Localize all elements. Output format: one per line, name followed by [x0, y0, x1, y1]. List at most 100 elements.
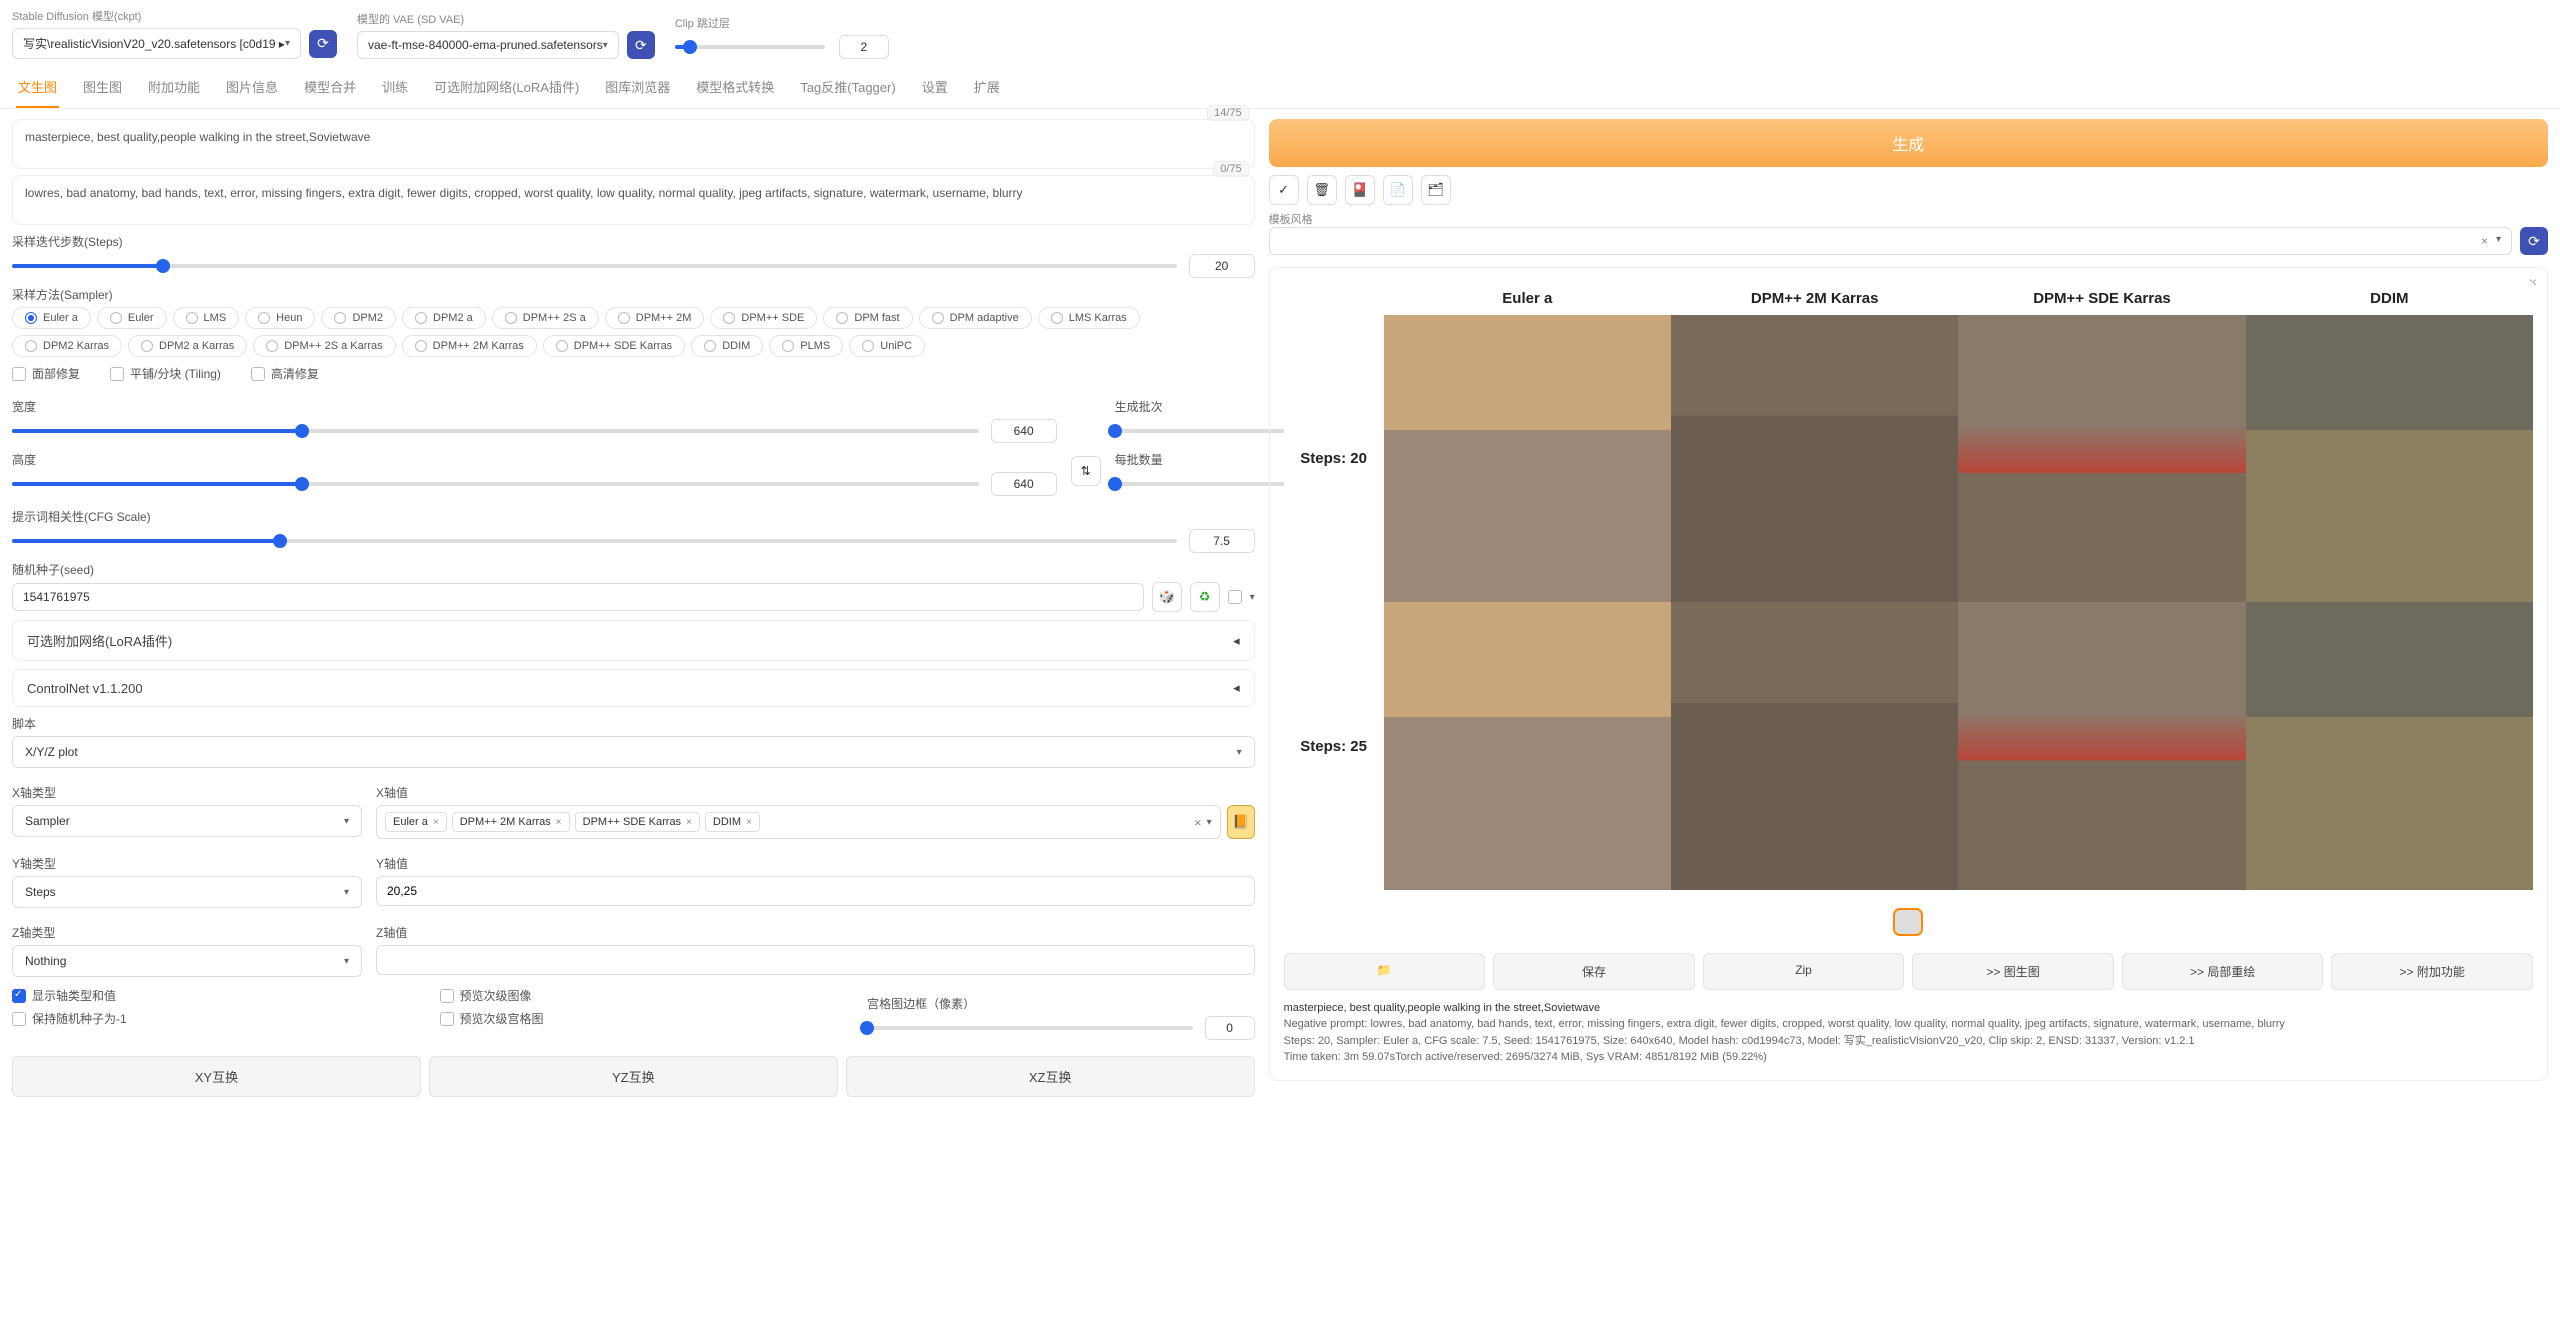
sampler-dpm---2m[interactable]: DPM++ 2M: [605, 307, 705, 329]
sampler-plms[interactable]: PLMS: [769, 335, 843, 357]
note-icon[interactable]: 📄: [1383, 175, 1413, 205]
sampler-ddim[interactable]: DDIM: [691, 335, 763, 357]
z-val-input[interactable]: [376, 945, 1255, 975]
tab-9[interactable]: Tag反推(Tagger): [798, 67, 897, 108]
sampler-dpm---sde[interactable]: DPM++ SDE: [710, 307, 817, 329]
grid-cell[interactable]: [1958, 602, 2245, 889]
zip-button[interactable]: Zip: [1703, 953, 1905, 990]
style-dropdown[interactable]: ×▾: [1269, 227, 2512, 255]
x-tag[interactable]: DDIM ×: [705, 812, 760, 832]
x-tag[interactable]: DPM++ 2M Karras ×: [452, 812, 570, 832]
sampler-dpm---2s-a-karras[interactable]: DPM++ 2S a Karras: [253, 335, 395, 357]
swap-xz-button[interactable]: XZ互换: [846, 1056, 1255, 1097]
folder-icon[interactable]: 🗂: [1421, 175, 1451, 205]
grid-margin-slider[interactable]: [867, 1026, 1193, 1030]
controlnet-accordion[interactable]: ControlNet v1.1.200◂: [12, 669, 1255, 707]
steps-value[interactable]: 20: [1189, 254, 1255, 278]
hires-checkbox[interactable]: 高清修复: [251, 365, 319, 382]
sampler-dpm-adaptive[interactable]: DPM adaptive: [919, 307, 1032, 329]
x-val-tags[interactable]: Euler a ×DPM++ 2M Karras ×DPM++ SDE Karr…: [376, 805, 1221, 839]
grid-cell[interactable]: [1384, 315, 1671, 602]
show-axis-checkbox[interactable]: 显示轴类型和值: [12, 987, 400, 1004]
result-thumbnail[interactable]: [1893, 908, 1923, 936]
open-folder-button[interactable]: 📁: [1284, 953, 1486, 990]
trash-icon[interactable]: 🗑: [1307, 175, 1337, 205]
preview-grid-checkbox[interactable]: 预览次级宫格图: [440, 1010, 828, 1027]
vae-dropdown[interactable]: vae-ft-mse-840000-ema-pruned.safetensors…: [357, 31, 619, 59]
preview-sub-checkbox[interactable]: 预览次级图像: [440, 987, 828, 1004]
width-slider[interactable]: [12, 429, 979, 433]
sampler-dpm2-a[interactable]: DPM2 a: [402, 307, 486, 329]
sampler-dpm-fast[interactable]: DPM fast: [823, 307, 912, 329]
sampler-dpm---2m-karras[interactable]: DPM++ 2M Karras: [402, 335, 537, 357]
cfg-value[interactable]: 7.5: [1189, 529, 1255, 553]
inpaint-button[interactable]: >> 局部重绘: [2122, 953, 2324, 990]
height-value[interactable]: 640: [991, 472, 1057, 496]
sampler-euler[interactable]: Euler: [97, 307, 167, 329]
tab-0[interactable]: 文生图: [16, 67, 59, 108]
tab-1[interactable]: 图生图: [81, 67, 124, 108]
width-value[interactable]: 640: [991, 419, 1057, 443]
clip-slider[interactable]: [675, 45, 825, 49]
vae-refresh-button[interactable]: ⟳: [627, 31, 655, 59]
save-button[interactable]: 保存: [1493, 953, 1695, 990]
swap-yz-button[interactable]: YZ互换: [429, 1056, 838, 1097]
sampler-dpm2-a-karras[interactable]: DPM2 a Karras: [128, 335, 247, 357]
tab-7[interactable]: 图库浏览器: [603, 67, 672, 108]
tab-3[interactable]: 图片信息: [224, 67, 280, 108]
sampler-dpm---2s-a[interactable]: DPM++ 2S a: [492, 307, 599, 329]
face-restore-checkbox[interactable]: 面部修复: [12, 365, 80, 382]
prompt-input[interactable]: masterpiece, best quality,people walking…: [12, 119, 1255, 169]
sampler-unipc[interactable]: UniPC: [849, 335, 925, 357]
grid-cell[interactable]: [1671, 315, 1958, 602]
batch-size-slider[interactable]: [1115, 482, 1295, 486]
y-type-dropdown[interactable]: Steps▾: [12, 876, 362, 908]
img2img-button[interactable]: >> 图生图: [1912, 953, 2114, 990]
script-dropdown[interactable]: X/Y/Z plot▾: [12, 736, 1255, 768]
sampler-euler-a[interactable]: Euler a: [12, 307, 91, 329]
palette-icon[interactable]: 🎴: [1345, 175, 1375, 205]
grid-cell[interactable]: [2246, 602, 2533, 889]
sampler-dpm2[interactable]: DPM2: [321, 307, 396, 329]
apply-icon[interactable]: ✓: [1269, 175, 1299, 205]
swap-xy-button[interactable]: XY互换: [12, 1056, 421, 1097]
seed-random-button[interactable]: 🎲: [1152, 582, 1182, 612]
tab-5[interactable]: 训练: [380, 67, 410, 108]
tab-11[interactable]: 扩展: [972, 67, 1002, 108]
x-tag[interactable]: DPM++ SDE Karras ×: [575, 812, 700, 832]
clear-icon[interactable]: ×: [2481, 234, 2488, 248]
swap-dims-button[interactable]: ⇅: [1071, 456, 1101, 486]
lora-accordion[interactable]: 可选附加网络(LoRA插件)◂: [12, 620, 1255, 661]
sampler-heun[interactable]: Heun: [245, 307, 315, 329]
x-tag[interactable]: Euler a ×: [385, 812, 447, 832]
y-val-input[interactable]: [376, 876, 1255, 906]
grid-cell[interactable]: [2246, 315, 2533, 602]
tab-6[interactable]: 可选附加网络(LoRA插件): [432, 67, 581, 108]
style-refresh-button[interactable]: ⟳: [2520, 227, 2548, 255]
seed-extra-checkbox[interactable]: [1228, 590, 1242, 604]
z-type-dropdown[interactable]: Nothing▾: [12, 945, 362, 977]
generate-button[interactable]: 生成: [1269, 119, 2548, 167]
grid-cell[interactable]: [1671, 602, 1958, 889]
ckpt-refresh-button[interactable]: ⟳: [309, 30, 337, 58]
tab-4[interactable]: 模型合并: [302, 67, 358, 108]
tab-10[interactable]: 设置: [920, 67, 950, 108]
sampler-dpm2-karras[interactable]: DPM2 Karras: [12, 335, 122, 357]
steps-slider[interactable]: [12, 264, 1177, 268]
cfg-slider[interactable]: [12, 539, 1177, 543]
tiling-checkbox[interactable]: 平铺/分块 (Tiling): [110, 365, 221, 382]
neg-prompt-input[interactable]: lowres, bad anatomy, bad hands, text, er…: [12, 175, 1255, 225]
tab-8[interactable]: 模型格式转换: [694, 67, 776, 108]
x-book-button[interactable]: 📙: [1227, 805, 1255, 839]
grid-cell[interactable]: [1384, 602, 1671, 889]
sampler-lms-karras[interactable]: LMS Karras: [1038, 307, 1140, 329]
batch-count-slider[interactable]: [1115, 429, 1295, 433]
extras-button[interactable]: >> 附加功能: [2331, 953, 2533, 990]
grid-cell[interactable]: [1958, 315, 2245, 602]
sampler-lms[interactable]: LMS: [173, 307, 240, 329]
seed-input[interactable]: 1541761975: [12, 583, 1144, 611]
sampler-dpm---sde-karras[interactable]: DPM++ SDE Karras: [543, 335, 685, 357]
height-slider[interactable]: [12, 482, 979, 486]
clip-value[interactable]: 2: [839, 35, 889, 59]
keep-seed-checkbox[interactable]: 保持随机种子为-1: [12, 1010, 400, 1027]
